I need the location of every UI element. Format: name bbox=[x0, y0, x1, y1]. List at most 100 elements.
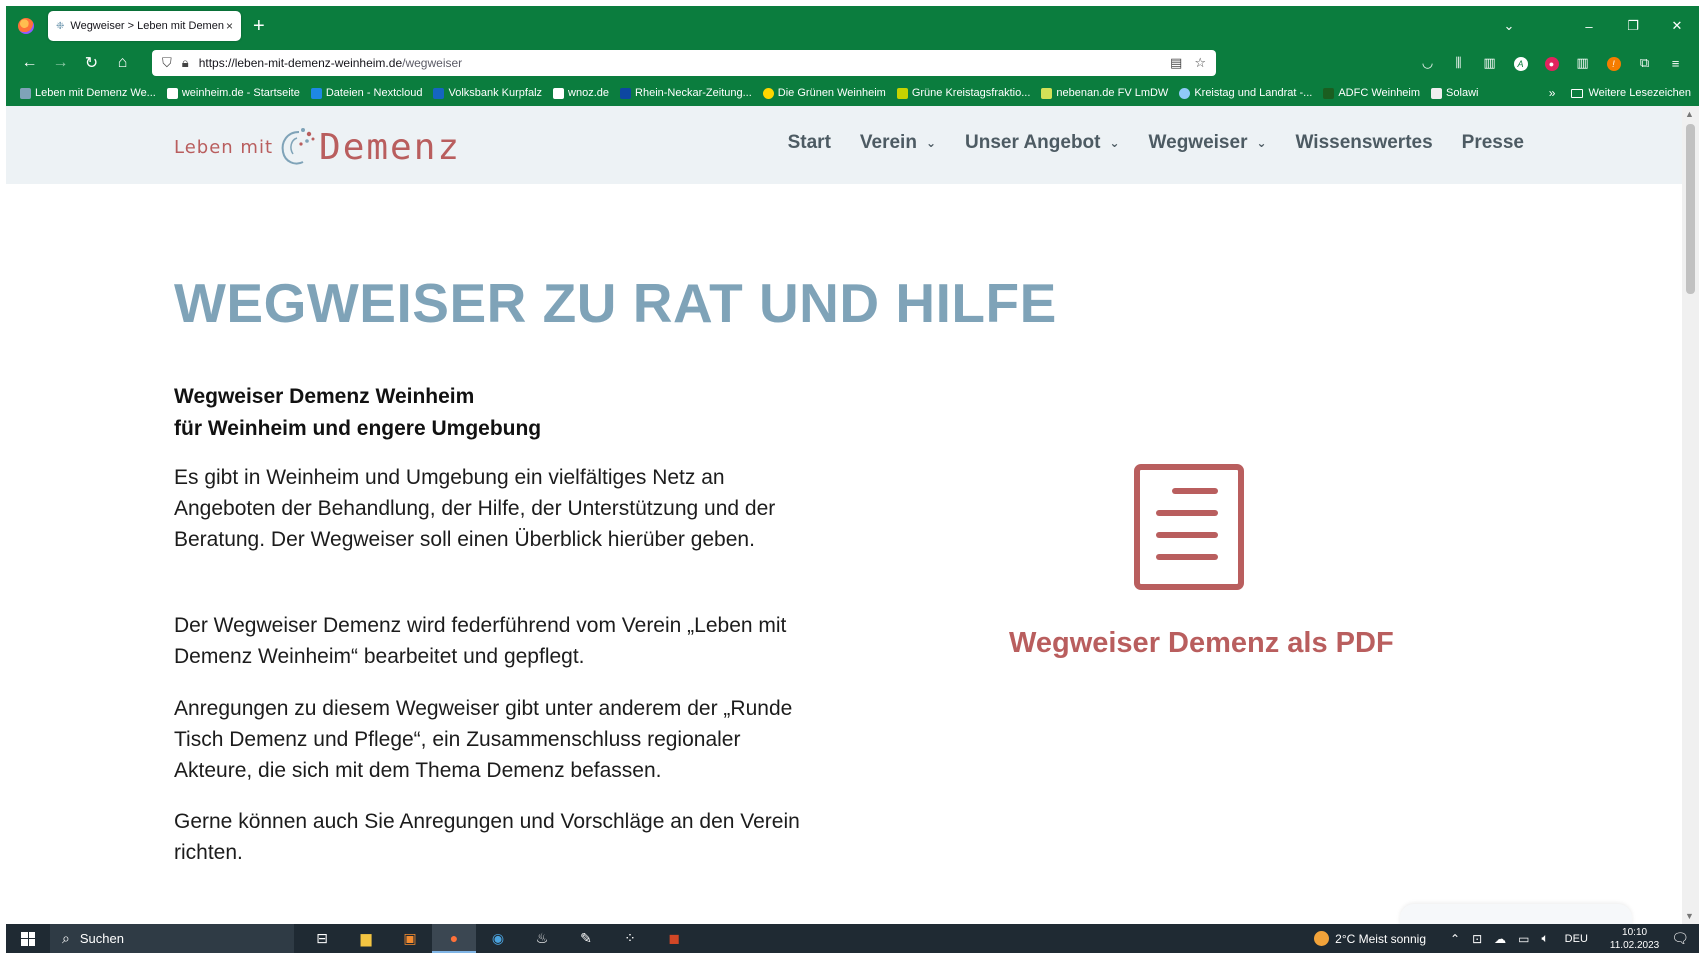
tool-app-icon[interactable]: ✎ bbox=[564, 924, 608, 953]
bookmarks-overflow: » Weitere Lesezeichen bbox=[1549, 86, 1691, 100]
url-bar[interactable]: ⛉ 🔒︎ https://leben-mit-demenz-weinheim.d… bbox=[152, 50, 1216, 76]
browser-tab-bar: ❉ Wegweiser > Leben mit Demenz × + ⌄ – ❐… bbox=[6, 6, 1699, 46]
pocket-icon[interactable]: ◡ bbox=[1412, 55, 1443, 71]
home-icon[interactable]: ⌂ bbox=[107, 54, 138, 72]
library-icon[interactable]: ⫼ bbox=[1443, 55, 1474, 71]
close-window-icon[interactable]: ✕ bbox=[1655, 18, 1699, 34]
document-icon[interactable] bbox=[1133, 463, 1245, 591]
back-icon[interactable]: ← bbox=[14, 54, 45, 72]
reader-view-icon[interactable]: ▤ bbox=[1170, 55, 1182, 71]
start-button[interactable] bbox=[6, 931, 50, 946]
reload-icon[interactable]: ↻ bbox=[76, 53, 107, 73]
network-icon[interactable]: ▭ bbox=[1518, 932, 1529, 946]
taskbar-search[interactable]: ⌕ Suchen bbox=[50, 924, 294, 953]
nav-item-presse[interactable]: Presse bbox=[1462, 132, 1524, 154]
minimize-icon[interactable]: – bbox=[1567, 19, 1611, 34]
weather-icon bbox=[1314, 931, 1330, 946]
powerpoint-icon[interactable]: ◼ bbox=[652, 924, 696, 953]
system-tray: 2°C Meist sonnig ⌃ ⊡ ☁ ▭ 🔈︎ DEU 10:10 11… bbox=[1314, 926, 1699, 952]
notification-icon[interactable]: 🗨︎ bbox=[1671, 930, 1689, 947]
nav-item-start[interactable]: Start bbox=[788, 132, 831, 154]
task-view-icon[interactable]: ⊟ bbox=[300, 924, 344, 953]
bookmark-favicon-icon bbox=[20, 87, 31, 99]
extension-red-icon[interactable]: ● bbox=[1536, 55, 1567, 71]
bookmark-item[interactable]: Grüne Kreistagsfraktio... bbox=[896, 87, 1030, 99]
bookmark-favicon-icon bbox=[310, 87, 322, 99]
new-tab-button[interactable]: + bbox=[253, 16, 265, 36]
bookmark-favicon-icon bbox=[553, 87, 565, 99]
search-icon: ⌕ bbox=[62, 930, 70, 946]
extension-orange-icon[interactable]: ! bbox=[1598, 55, 1629, 71]
browser-nav-bar: ← → ↻ ⌂ ⛉ 🔒︎ https://leben-mit-demenz-we… bbox=[6, 46, 1699, 80]
window-controls: ⌄ – ❐ ✕ bbox=[1487, 18, 1699, 34]
bookmark-favicon-icon bbox=[1431, 87, 1443, 99]
dots-app-icon[interactable]: ⁘ bbox=[608, 924, 652, 953]
bookmark-favicon-icon bbox=[1041, 87, 1053, 99]
bookmark-item[interactable]: weinheim.de - Startseite bbox=[166, 87, 300, 99]
nav-item-unser-angebot[interactable]: Unser Angebot ⌄ bbox=[965, 132, 1120, 154]
pdf-download-link[interactable]: Wegweiser Demenz als PDF bbox=[1009, 627, 1394, 660]
bookmarks-bar: Leben mit Demenz We... weinheim.de - Sta… bbox=[6, 80, 1699, 106]
scroll-down-icon[interactable]: ▼ bbox=[1685, 911, 1694, 921]
chat-app-icon[interactable]: ◉ bbox=[476, 924, 520, 953]
scrollbar-thumb[interactable] bbox=[1686, 124, 1695, 294]
nav-item-wissenswertes[interactable]: Wissenswertes bbox=[1296, 132, 1433, 154]
site-logo[interactable]: Leben mit Demenz bbox=[174, 124, 461, 170]
volume-icon[interactable]: 🔈︎ bbox=[1541, 931, 1548, 946]
web-page: Leben mit Demenz Start Verein ⌄ Unser Ang… bbox=[6, 106, 1682, 924]
nav-item-verein[interactable]: Verein ⌄ bbox=[860, 132, 936, 154]
logo-text-big: Demenz bbox=[319, 126, 462, 168]
pdf-download-block[interactable]: Wegweiser Demenz als PDF bbox=[1009, 463, 1394, 660]
chevron-down-icon: ⌄ bbox=[1256, 136, 1267, 150]
browser-tab-active[interactable]: ❉ Wegweiser > Leben mit Demenz × bbox=[48, 11, 241, 41]
bookmark-favicon-icon bbox=[1323, 87, 1335, 99]
nav-item-wegweiser[interactable]: Wegweiser ⌄ bbox=[1149, 132, 1267, 154]
list-all-tabs-icon[interactable]: ⌄ bbox=[1487, 18, 1531, 34]
paragraph: Gerne können auch Sie Anregungen und Vor… bbox=[174, 810, 800, 864]
bookmark-item[interactable]: ADFC Weinheim bbox=[1323, 87, 1420, 99]
file-explorer-icon[interactable]: ▆ bbox=[344, 924, 388, 953]
url-text[interactable]: https://leben-mit-demenz-weinheim.de/weg… bbox=[199, 56, 1158, 70]
chevron-up-icon[interactable]: ⌃ bbox=[1450, 932, 1460, 946]
forward-icon[interactable]: → bbox=[45, 54, 76, 72]
logo-text-small: Leben mit bbox=[174, 136, 274, 158]
other-bookmarks[interactable]: Weitere Lesezeichen bbox=[1588, 87, 1691, 99]
usb-icon[interactable]: ⊡ bbox=[1472, 932, 1482, 946]
bookmark-item[interactable]: Rhein-Neckar-Zeitung... bbox=[620, 87, 752, 99]
toolbar-icons: ◡ ⫼ ▥ A ● ▥ ! ⧉ ≡ bbox=[1412, 55, 1691, 71]
extensions-puzzle-icon[interactable]: ⧉ bbox=[1629, 55, 1660, 71]
chevron-double-right-icon[interactable]: » bbox=[1549, 86, 1556, 100]
restore-icon[interactable]: ❐ bbox=[1611, 18, 1655, 34]
bookmark-item[interactable]: nebenan.de FV LmDW bbox=[1041, 87, 1168, 99]
scroll-up-icon[interactable]: ▲ bbox=[1685, 109, 1694, 119]
menu-icon[interactable]: ≡ bbox=[1660, 56, 1691, 71]
bookmark-item[interactable]: wnoz.de bbox=[553, 87, 609, 99]
windows-icon bbox=[21, 931, 35, 946]
bookmark-favicon-icon bbox=[433, 87, 445, 99]
weather-text[interactable]: 2°C Meist sonnig bbox=[1335, 932, 1426, 946]
clock[interactable]: 10:10 11.02.2023 bbox=[1610, 926, 1659, 952]
site-header: Leben mit Demenz Start Verein ⌄ Unser Ang… bbox=[6, 106, 1682, 184]
site-favicon-icon: ❉ bbox=[56, 20, 65, 32]
account-icon[interactable]: A bbox=[1505, 55, 1536, 71]
sidebar-icon[interactable]: ▥ bbox=[1474, 55, 1505, 71]
tracking-protection-icon[interactable]: ⛉ bbox=[162, 55, 172, 71]
bookmark-item[interactable]: Die Grünen Weinheim bbox=[762, 87, 886, 99]
lock-icon[interactable]: 🔒︎ bbox=[182, 55, 189, 71]
bookmark-item[interactable]: Solawi bbox=[1431, 87, 1478, 99]
bookmark-item[interactable]: Leben mit Demenz We... bbox=[20, 87, 156, 99]
tab-close-icon[interactable]: × bbox=[226, 19, 233, 33]
cloud-icon[interactable]: ☁ bbox=[1494, 932, 1506, 946]
firefox-icon[interactable] bbox=[18, 18, 34, 34]
firefox-taskbar-icon[interactable]: ● bbox=[432, 924, 476, 953]
bookmark-item[interactable]: Volksbank Kurpfalz bbox=[433, 87, 542, 99]
bookmark-item[interactable]: Dateien - Nextcloud bbox=[310, 87, 422, 99]
media-app-icon[interactable]: ▣ bbox=[388, 924, 432, 953]
page-title: WEGWEISER ZU RAT UND HILFE bbox=[174, 272, 1057, 334]
page-scrollbar[interactable]: ▲ ▼ bbox=[1682, 106, 1699, 924]
bookmark-star-icon[interactable]: ☆ bbox=[1194, 55, 1206, 71]
bookmark-item[interactable]: Kreistag und Landrat -... bbox=[1179, 87, 1312, 99]
language-indicator[interactable]: DEU bbox=[1565, 933, 1588, 945]
extension-bars-icon[interactable]: ▥ bbox=[1567, 55, 1598, 71]
flame-app-icon[interactable]: ♨ bbox=[520, 924, 564, 953]
